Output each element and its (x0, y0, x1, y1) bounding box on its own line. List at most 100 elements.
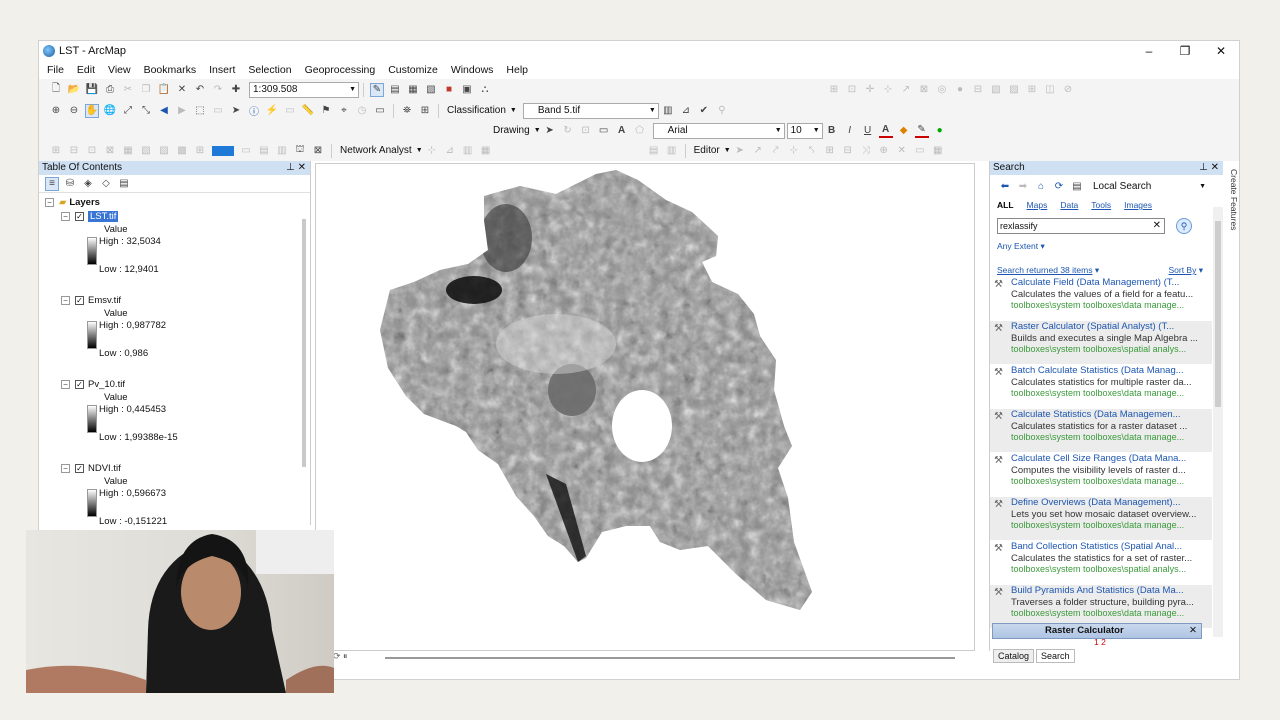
menu-edit[interactable]: Edit (77, 64, 95, 76)
map-display[interactable] (315, 163, 975, 651)
italic-button[interactable]: I (843, 124, 857, 138)
georef-icon-9[interactable]: ⊟ (971, 82, 985, 96)
tab-data[interactable]: Data (1060, 200, 1078, 210)
tab-search[interactable]: Search (1036, 649, 1075, 663)
menu-view[interactable]: View (108, 64, 131, 76)
result-title[interactable]: Batch Calculate Statistics (Data Manag..… (1011, 365, 1212, 377)
network-tool-7-icon[interactable]: ▨ (157, 144, 171, 158)
scale-combo[interactable]: 1:309.508 ▼ (249, 81, 359, 98)
search-window-icon[interactable]: ▧ (424, 83, 438, 97)
collapse-icon[interactable]: − (61, 296, 70, 305)
search-result-item[interactable]: ⚒ Build Pyramids And Statistics (Data Ma.… (990, 585, 1212, 628)
back-extent-icon[interactable]: ◀ (157, 104, 171, 118)
edit-tool-5-icon[interactable]: ⤣ (805, 144, 819, 158)
network-tool-2-icon[interactable]: ⊟ (67, 144, 81, 158)
select-elements-icon[interactable]: ➤ (229, 104, 243, 118)
na-tool-3-icon[interactable]: ▥ (461, 144, 475, 158)
georef-icon-8[interactable]: ● (953, 82, 967, 96)
collapse-icon[interactable]: − (61, 464, 70, 473)
table-of-contents-icon[interactable]: ▤ (388, 83, 402, 97)
pin-close-icon[interactable]: ⊥ ✕ (286, 161, 306, 175)
layers-root[interactable]: Layers (69, 197, 100, 208)
tab-tools[interactable]: Tools (1091, 200, 1111, 210)
result-title[interactable]: Calculate Cell Size Ranges (Data Mana... (1011, 453, 1212, 465)
fixed-zoom-out-icon[interactable]: ⤡ (139, 104, 153, 118)
list-by-visibility-icon[interactable]: ◈ (81, 177, 95, 191)
pin-close-icon[interactable]: ⊥ ✕ (1199, 161, 1219, 175)
georef-icon-4[interactable]: ⊹ (881, 82, 895, 96)
catalog-icon[interactable]: ▦ (406, 83, 420, 97)
search-result-item[interactable]: ⚒ Band Collection Statistics (Spatial Ana… (990, 541, 1212, 584)
georef-icon-1[interactable]: ⊞ (827, 82, 841, 96)
result-title[interactable]: Calculate Statistics (Data Managemen... (1011, 409, 1212, 421)
paste-icon[interactable]: 📋 (157, 83, 171, 97)
open-folder-icon[interactable]: 📂 (67, 83, 81, 97)
edit-vertices-icon[interactable]: ⬠ (633, 124, 647, 138)
rotate-icon[interactable]: ↻ (561, 124, 575, 138)
menu-help[interactable]: Help (506, 64, 528, 76)
select-elements-icon-2[interactable]: ➤ (543, 124, 557, 138)
network-tool-6-icon[interactable]: ▧ (139, 144, 153, 158)
edit-tool-4-icon[interactable]: ⊹ (787, 144, 801, 158)
na-tool-4-icon[interactable]: ▦ (479, 144, 493, 158)
layout-tool-1-icon[interactable]: ▭ (239, 144, 253, 158)
underline-button[interactable]: U (861, 124, 875, 138)
network-tool-4-icon[interactable]: ⊠ (103, 144, 117, 158)
toc-options-icon[interactable]: ▤ (117, 177, 131, 191)
list-by-drawing-order-icon[interactable]: ≡ (45, 176, 59, 191)
modelbuilder-icon[interactable]: ⛬ (478, 83, 492, 97)
font-combo[interactable]: Arial ▼ (652, 122, 785, 139)
refresh-icon[interactable]: ⟳ (1052, 179, 1066, 193)
save-icon[interactable]: 💾 (85, 83, 99, 97)
zoom-in-icon[interactable]: ⊕ (49, 104, 63, 118)
na-tool-2-icon[interactable]: ⊿ (443, 144, 457, 158)
network-tool-1-icon[interactable]: ⊞ (49, 144, 63, 158)
edit-tool-1-icon[interactable]: ➤ (733, 144, 747, 158)
home-icon[interactable]: ⌂ (1034, 179, 1048, 193)
collapse-icon[interactable]: − (61, 212, 70, 221)
pan-icon[interactable]: ✋ (85, 103, 99, 118)
go-to-xy-icon[interactable]: ⌖ (337, 104, 351, 118)
add-data-icon[interactable]: ✚ (229, 83, 243, 97)
font-size-combo[interactable]: 10 ▼ (786, 122, 823, 139)
georef-icon-11[interactable]: ▨ (1007, 82, 1021, 96)
georef-icon-6[interactable]: ⊠ (917, 82, 931, 96)
bold-button[interactable]: B (825, 124, 839, 138)
network-tool-9-icon[interactable]: ⊞ (193, 144, 207, 158)
fill-color-icon[interactable]: ◆ (897, 124, 911, 138)
menu-customize[interactable]: Customize (388, 64, 438, 76)
search-scope-combo[interactable]: Local Search ▼ (1090, 178, 1208, 194)
edit-tool-8-icon[interactable]: ⤨ (859, 144, 873, 158)
network-tool-5-icon[interactable]: ▦ (121, 144, 135, 158)
edit-tool-3-icon[interactable]: ⤤ (769, 144, 783, 158)
search-result-item[interactable]: ⚒ Calculate Field (Data Management) (T...… (990, 277, 1212, 320)
new-document-icon[interactable]: 🗋 (49, 83, 63, 97)
georef-icon-2[interactable]: ⊡ (845, 82, 859, 96)
tab-images[interactable]: Images (1124, 200, 1152, 210)
clear-search-icon[interactable]: ✕ (1153, 219, 1161, 233)
fixed-zoom-in-icon[interactable]: ⤢ (121, 104, 135, 118)
layer-name[interactable]: LST.tif (88, 211, 119, 222)
text-icon[interactable]: A (615, 124, 629, 138)
edit-tool-7-icon[interactable]: ⊟ (841, 144, 855, 158)
georef-icon-5[interactable]: ↗ (899, 82, 913, 96)
search-result-item[interactable]: ⚒ Define Overviews (Data Management)... Le… (990, 497, 1212, 540)
create-viewer-icon[interactable]: ▭ (373, 104, 387, 118)
scroll-thumb[interactable] (1215, 221, 1221, 407)
result-title[interactable]: Build Pyramids And Statistics (Data Ma..… (1011, 585, 1212, 597)
result-title[interactable]: Band Collection Statistics (Spatial Anal… (1011, 541, 1212, 553)
search-scrollbar[interactable] (1213, 207, 1223, 637)
collapse-icon[interactable]: − (45, 198, 54, 207)
network-tool-8-icon[interactable]: ▩ (175, 144, 189, 158)
binoculars-icon[interactable]: ⛯ (400, 104, 414, 118)
network-analyst-menu[interactable]: Network Analyst (340, 145, 412, 156)
tab-maps[interactable]: Maps (1027, 200, 1048, 210)
create-features-side-tab[interactable]: Create Features (1225, 163, 1239, 263)
georef-icon-7[interactable]: ◎ (935, 82, 949, 96)
layout-tool-4-icon[interactable]: ⛫ (293, 144, 307, 158)
extent-dropdown[interactable]: Any Extent ▾ (997, 241, 1045, 252)
layer-visibility-checkbox[interactable]: ✓ (75, 380, 84, 389)
edit-tool-9-icon[interactable]: ⊕ (877, 144, 891, 158)
layer-name[interactable]: Pv_10.tif (88, 379, 125, 390)
search-result-item[interactable]: ⚒ Calculate Cell Size Ranges (Data Mana..… (990, 453, 1212, 496)
